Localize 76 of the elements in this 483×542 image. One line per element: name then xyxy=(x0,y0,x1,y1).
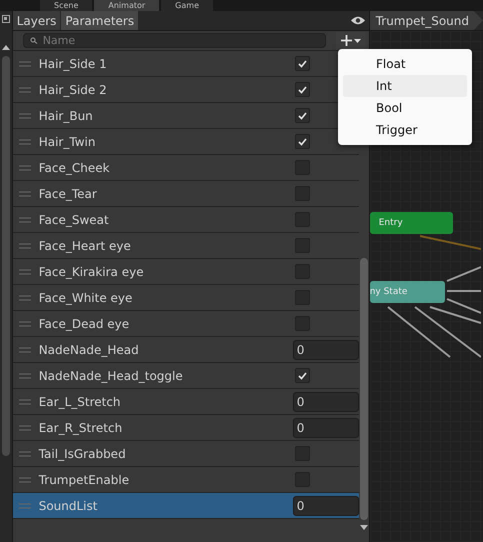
checkmark-icon xyxy=(298,60,307,68)
parameter-name: Face_Sweat xyxy=(38,212,110,226)
drag-handle-icon[interactable] xyxy=(18,242,31,248)
parameter-name: Face_Cheek xyxy=(38,160,111,174)
parameter-name: Face_White eye xyxy=(38,290,134,304)
drag-handle-icon[interactable] xyxy=(18,476,31,482)
parameter-name: Hair_Bun xyxy=(38,108,94,122)
drag-handle-icon[interactable] xyxy=(18,268,31,274)
parameter-name: Hair_Side 2 xyxy=(38,82,108,96)
parameter-name: TrumpetEnable xyxy=(38,472,130,486)
caret-icon xyxy=(354,38,361,42)
panel-tab[interactable]: Layers xyxy=(12,11,62,30)
parameter-row[interactable]: Ear_L_Stretch 0 xyxy=(12,389,359,415)
int-value-field[interactable]: 0 xyxy=(292,340,359,360)
checkbox[interactable] xyxy=(294,368,310,383)
eye-icon[interactable] xyxy=(350,16,365,25)
parameter-name: Hair_Side 1 xyxy=(38,56,108,70)
drag-handle-icon[interactable] xyxy=(18,346,31,352)
int-value-field[interactable]: 0 xyxy=(292,496,359,516)
search-icon xyxy=(30,37,39,44)
menu-item[interactable]: Int xyxy=(343,75,467,97)
drag-handle-icon[interactable] xyxy=(18,424,31,430)
add-dropdown-button[interactable] xyxy=(336,32,366,50)
checkmark-icon xyxy=(298,138,307,146)
checkmark-icon xyxy=(298,112,307,120)
checkbox[interactable] xyxy=(294,108,310,123)
parameter-name: NadeNade_Head xyxy=(38,342,140,356)
parameter-name: Face_Tear xyxy=(38,186,98,200)
drag-handle-icon[interactable] xyxy=(18,138,31,144)
parameter-name: Face_Heart eye xyxy=(38,238,132,252)
parameter-name: Hair_Twin xyxy=(38,134,96,148)
window-tab[interactable]: Scene xyxy=(40,0,92,11)
breadcrumb[interactable]: Trumpet_Sound xyxy=(370,11,483,30)
checkbox[interactable] xyxy=(294,134,310,149)
drag-handle-icon[interactable] xyxy=(18,372,31,378)
scrollbar-thumb[interactable] xyxy=(2,56,10,456)
parameter-row[interactable]: SoundList 0 xyxy=(12,493,359,519)
scroll-up-icon[interactable] xyxy=(2,45,10,50)
plus-icon xyxy=(340,35,352,46)
search-field[interactable]: Name xyxy=(22,33,326,48)
drag-handle-icon[interactable] xyxy=(18,398,31,404)
panel-icon[interactable] xyxy=(2,15,10,23)
checkmark-icon xyxy=(298,86,307,94)
transition-line xyxy=(446,290,481,292)
drag-handle-icon[interactable] xyxy=(18,60,31,66)
window-tab[interactable]: Game xyxy=(161,0,213,11)
drag-handle-icon[interactable] xyxy=(18,320,31,326)
transition-line xyxy=(446,266,481,282)
parameter-name: Tail_IsGrabbed xyxy=(38,446,127,460)
scroll-down-icon[interactable] xyxy=(360,525,368,530)
checkbox[interactable] xyxy=(294,82,310,97)
drag-handle-icon[interactable] xyxy=(18,86,31,92)
int-value-field[interactable]: 0 xyxy=(292,418,359,438)
drag-handle-icon[interactable] xyxy=(18,164,31,170)
parameter-name: NadeNade_Head_toggle xyxy=(38,368,184,382)
parameter-name: Ear_L_Stretch xyxy=(38,394,122,408)
parameter-name: Face_Dead eye xyxy=(38,316,130,330)
state-node[interactable]: Entry xyxy=(370,212,453,234)
drag-handle-icon[interactable] xyxy=(18,112,31,118)
drag-handle-icon[interactable] xyxy=(18,216,31,222)
checkbox[interactable] xyxy=(294,56,310,71)
parameter-row[interactable]: NadeNade_Head 0 xyxy=(12,337,359,363)
drag-handle-icon[interactable] xyxy=(18,450,31,456)
transition-line xyxy=(420,235,481,250)
scrollbar-thumb[interactable] xyxy=(360,258,368,520)
drag-handle-icon[interactable] xyxy=(18,190,31,196)
checkmark-icon xyxy=(298,372,307,380)
int-value-field[interactable]: 0 xyxy=(292,392,359,412)
panel-tab[interactable]: Parameters xyxy=(61,11,140,30)
drag-handle-icon[interactable] xyxy=(18,294,31,300)
parameter-name: Ear_R_Stretch xyxy=(38,420,124,434)
drag-handle-icon[interactable] xyxy=(18,502,31,508)
parameter-name: SoundList xyxy=(38,498,98,512)
parameter-name: Face_Kirakira eye xyxy=(38,264,145,278)
window-tab[interactable]: Animator xyxy=(94,0,160,11)
parameter-row[interactable]: Ear_R_Stretch 0 xyxy=(12,415,359,441)
